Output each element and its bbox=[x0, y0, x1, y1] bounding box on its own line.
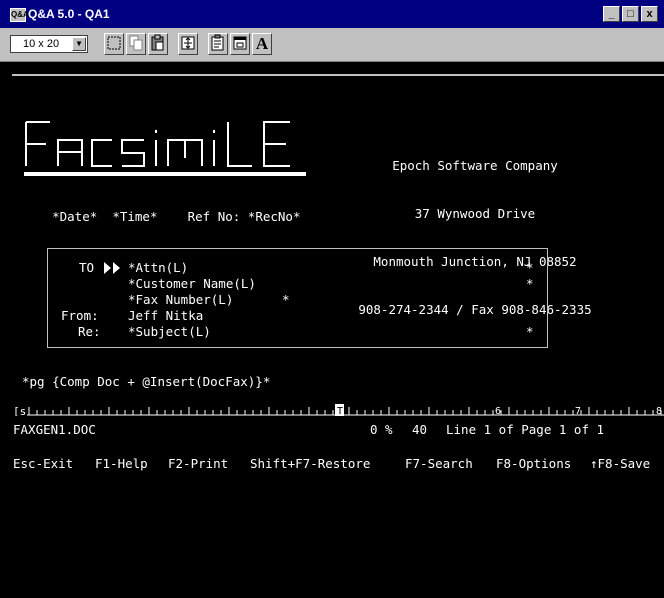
customer-end-marker: * bbox=[526, 276, 534, 291]
clipboard-icon bbox=[151, 34, 164, 51]
title-bar: Q&A Q&A 5.0 - QA1 _ □ x bbox=[0, 0, 664, 29]
select-all-button[interactable] bbox=[104, 33, 124, 55]
ruler-ticks bbox=[28, 407, 662, 415]
time-field[interactable]: *Time* bbox=[112, 209, 157, 224]
toolbar: 10 x 20 ▼ A bbox=[0, 29, 664, 62]
fax-number-field[interactable]: *Fax Number(L) bbox=[128, 292, 233, 308]
properties-icon bbox=[211, 34, 224, 51]
chevron-down-icon[interactable]: ▼ bbox=[72, 37, 86, 51]
subject-end-marker: * bbox=[526, 324, 534, 339]
background-button[interactable] bbox=[230, 33, 250, 55]
maximize-button[interactable]: □ bbox=[622, 6, 639, 22]
company-name: Epoch Software Company bbox=[392, 158, 558, 173]
fullscreen-icon bbox=[181, 36, 195, 50]
status-position: Line 1 of Page 1 of 1 bbox=[446, 422, 605, 437]
font-size-select[interactable]: 10 x 20 ▼ bbox=[10, 35, 88, 53]
double-arrow-icon bbox=[104, 262, 120, 274]
fax-number-marker: * bbox=[282, 292, 290, 307]
fax-header-box bbox=[47, 248, 548, 348]
ref-field[interactable]: Ref No: *RecNo* bbox=[188, 209, 301, 224]
ruler[interactable]: [s T 6 7 8 bbox=[13, 404, 664, 416]
font-size-value: 10 x 20 bbox=[23, 38, 60, 50]
fullscreen-button[interactable] bbox=[178, 33, 198, 55]
to-label: TO bbox=[79, 260, 95, 275]
window-icon bbox=[233, 36, 247, 50]
minimize-button[interactable]: _ bbox=[603, 6, 620, 22]
app-icon[interactable]: Q&A bbox=[10, 8, 29, 22]
ruler-mark-8: 8 bbox=[656, 406, 662, 416]
status-column: 40 bbox=[412, 422, 428, 437]
date-line: *Date* *Time* Ref No: *RecNo* bbox=[22, 193, 300, 241]
status-percent: 0 % bbox=[370, 422, 393, 437]
properties-button[interactable] bbox=[208, 33, 228, 55]
copy-button[interactable] bbox=[126, 33, 146, 55]
ruler-left-marker: [s bbox=[13, 405, 26, 416]
ruler-cursor-mark: T bbox=[337, 406, 343, 416]
re-label: Re: bbox=[78, 324, 101, 339]
attn-end-marker: * bbox=[526, 260, 534, 275]
company-address1: 37 Wynwood Drive bbox=[414, 206, 536, 221]
window-title: Q&A 5.0 - QA1 bbox=[28, 7, 110, 21]
font-button[interactable]: A bbox=[252, 33, 272, 55]
terminal-screen: Epoch Software Company 37 Wynwood Drive … bbox=[0, 62, 664, 471]
marquee-icon bbox=[107, 36, 121, 50]
function-key-bar: Esc-Exit F1-Help F2-Print Shift+F7-Resto… bbox=[0, 454, 664, 471]
attn-field[interactable]: *Attn(L) bbox=[128, 260, 188, 276]
top-divider bbox=[12, 74, 664, 76]
close-button[interactable]: x bbox=[641, 6, 658, 22]
from-value: Jeff Nitka bbox=[128, 308, 204, 323]
customer-field[interactable]: *Customer Name(L) bbox=[128, 276, 256, 292]
paste-button[interactable] bbox=[148, 33, 168, 55]
status-filename: FAXGEN1.DOC bbox=[13, 422, 96, 437]
copy-icon bbox=[129, 35, 143, 51]
ruler-mark-6: 6 bbox=[495, 406, 501, 416]
pg-command-line[interactable]: *pg {Comp Doc + @Insert(DocFax)}* bbox=[22, 374, 270, 390]
date-field[interactable]: *Date* bbox=[52, 209, 97, 224]
ruler-mark-7: 7 bbox=[575, 406, 581, 416]
from-label: From: bbox=[61, 308, 99, 323]
facsimile-logo bbox=[24, 121, 306, 176]
window-controls: _ □ x bbox=[603, 6, 658, 22]
subject-field[interactable]: *Subject(L) bbox=[128, 324, 211, 340]
